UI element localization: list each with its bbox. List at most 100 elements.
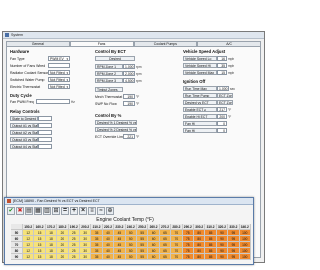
axis-icon[interactable]: ⊞ xyxy=(52,207,60,215)
pwm-freq-input[interactable] xyxy=(36,99,70,104)
rpm-zone2-button[interactable]: RPM Zone 2 xyxy=(95,71,123,76)
table-toolbar: ✔ ✖ ▤ ▦ ▥ ⊞ = + × ≡ ≈ ⊕ xyxy=(7,206,251,216)
table-cell[interactable]: 80 xyxy=(194,254,206,260)
table-cell[interactable]: 55 xyxy=(137,254,149,260)
run-time-max-button[interactable]: Run Time Max xyxy=(183,86,217,91)
rpm-zone1-unit: rpm xyxy=(136,64,142,69)
mech-thermostat-unit: °F xyxy=(136,94,140,99)
row-header: 90 xyxy=(11,254,23,260)
enable-ect-input[interactable]: 217 xyxy=(217,107,227,112)
vss-hi-input[interactable]: 35 xyxy=(217,63,227,68)
table-window-titlebar: [ECM] 18890 - Fan Desired % vs ECT vs De… xyxy=(5,198,253,205)
table-cell[interactable]: 20 xyxy=(57,254,69,260)
desired-pct2-button[interactable]: Desired % 2 Desired % vs ECT xyxy=(95,127,137,132)
fan-hi-button-1[interactable]: Fan Hi xyxy=(183,121,217,126)
relay-output4-button[interactable]: Output #4 vs State xyxy=(10,144,38,149)
plus-icon[interactable]: + xyxy=(70,207,78,215)
table-cell[interactable]: 30 xyxy=(80,254,92,260)
desired-vs-ect-zone-button[interactable]: ECT Zone xyxy=(217,100,233,105)
water-pump-select[interactable]: Not Fitted xyxy=(48,77,70,82)
table-window-title: [ECM] 18890 - Fan Desired % vs ECT vs De… xyxy=(13,199,100,203)
fan-hi-button-2[interactable]: Fan Hi xyxy=(183,128,217,133)
relay-output4-input[interactable] xyxy=(38,144,52,149)
desired-button[interactable]: Desired xyxy=(95,56,135,61)
num-fans-input[interactable] xyxy=(48,63,70,68)
accept-icon[interactable]: ✔ xyxy=(7,207,15,215)
fan-hi-input-1[interactable]: 0 xyxy=(217,121,227,126)
relay-output2-button[interactable]: Output #2 vs State xyxy=(10,130,38,135)
relay-title: Relay Controls xyxy=(10,109,40,114)
table-cell[interactable]: 35 xyxy=(91,254,103,260)
table-cell[interactable]: 25 xyxy=(68,254,80,260)
chart-icon[interactable]: ▥ xyxy=(43,207,51,215)
table-cell[interactable]: 95 xyxy=(228,254,240,260)
table-axis-header: Engine Coolant Temp (°F) xyxy=(96,217,154,223)
thermostat-select[interactable]: Not Fitted xyxy=(48,84,70,89)
zoom-icon[interactable]: ⊕ xyxy=(106,207,114,215)
relay-state-button[interactable]: State to Desired % xyxy=(10,116,38,121)
table-cell[interactable]: 85 xyxy=(205,254,217,260)
enable-hi-ect-unit: °F xyxy=(228,114,232,119)
run-time-max-input[interactable]: 1,000 xyxy=(217,86,229,91)
fan-type-select[interactable]: PWM EV xyxy=(48,56,70,61)
enable-hi-ect-input[interactable]: 200 xyxy=(217,114,227,119)
control-ect-title: Control By ECT xyxy=(95,49,126,54)
rpm-zone1-button[interactable]: RPM Zone 1 xyxy=(95,64,123,69)
ect-override-unit: °F xyxy=(136,134,140,139)
table-cell[interactable]: 40 xyxy=(102,254,115,260)
relay-output3-input[interactable] xyxy=(38,137,52,142)
table-cell[interactable]: 50 xyxy=(125,254,137,260)
table-cell[interactable]: 100 xyxy=(239,254,251,260)
relay-output3-button[interactable]: Output #3 vs State xyxy=(10,137,38,142)
multiply-icon[interactable]: × xyxy=(79,207,87,215)
table-cell[interactable]: 15 xyxy=(34,254,46,260)
run-time-max-unit: sec xyxy=(230,86,235,91)
table-cell[interactable]: 90 xyxy=(216,254,229,260)
table-cell[interactable]: 45 xyxy=(114,254,126,260)
vss-max-button[interactable]: Vehicle Speed Max xyxy=(183,70,217,75)
vss-hi-button[interactable]: Vehicle Speed Hi xyxy=(183,63,217,68)
fan-hi-input-2[interactable]: 0 xyxy=(217,128,227,133)
run-time-pump-zone-button[interactable]: ECT Zone xyxy=(217,93,233,98)
relay-output1-button[interactable]: Output #1 vs State xyxy=(10,123,38,128)
interpolate-icon[interactable]: ≡ xyxy=(88,207,96,215)
run-time-pump-button[interactable]: Run Time Pump xyxy=(183,93,217,98)
rpm-zone3-button[interactable]: RPM Zone 3 xyxy=(95,78,123,83)
ect-override-input[interactable]: 221 xyxy=(123,134,135,139)
table-cell[interactable]: 65 xyxy=(159,254,172,260)
window-title: System xyxy=(11,33,23,37)
equals-icon[interactable]: = xyxy=(61,207,69,215)
rpm-zone2-input[interactable]: 2,000 xyxy=(123,71,135,76)
pwm-freq-unit: Hz xyxy=(71,99,75,104)
table-cell[interactable]: 70 xyxy=(171,254,183,260)
hw-label-4: Electric Thermostat xyxy=(10,84,41,89)
enable-ect-button[interactable]: Enable ECT ≥ xyxy=(183,107,217,112)
smooth-icon[interactable]: ≈ xyxy=(97,207,105,215)
relay-output1-input[interactable] xyxy=(38,123,52,128)
timbut-zones-button[interactable]: Timbut Zones xyxy=(95,87,123,92)
cancel-icon[interactable]: ✖ xyxy=(16,207,24,215)
table-cell[interactable]: 75 xyxy=(182,254,194,260)
vss-lo-input[interactable]: 16 xyxy=(217,56,227,61)
hardware-title: Hardware xyxy=(10,49,30,54)
vss-max-input[interactable]: 15 xyxy=(217,70,227,75)
desired-vs-ect-button[interactable]: Desired vs ECT xyxy=(183,100,217,105)
vss-lo-button[interactable]: Vehicle Speed Lo xyxy=(183,56,217,61)
table-cell[interactable]: 12 xyxy=(23,254,35,260)
table-cell[interactable]: 18 xyxy=(45,254,58,260)
swp-noflow-input[interactable]: 190 xyxy=(123,101,135,106)
desired-pct1-button[interactable]: Desired % 1 Desired % vs AC xyxy=(95,120,137,125)
enable-hi-ect-button[interactable]: Enable Hi ECT xyxy=(183,114,217,119)
relay-output2-input[interactable] xyxy=(38,130,52,135)
mech-thermostat-input[interactable]: 190 xyxy=(123,94,135,99)
graph-icon[interactable]: ▤ xyxy=(25,207,33,215)
radiator-sensor-select[interactable]: Not Fitted xyxy=(48,70,70,75)
relay-state-input[interactable] xyxy=(38,116,52,121)
rpm-zone1-input[interactable]: 1,000 xyxy=(123,64,135,69)
ect-override-label: ECT Override Limit xyxy=(95,134,125,139)
rpm-zone3-input[interactable]: 4,500 xyxy=(123,78,135,83)
table-cell[interactable]: 60 xyxy=(148,254,160,260)
rpm-zone3-unit: rpm xyxy=(136,78,142,83)
grid-icon[interactable]: ▦ xyxy=(34,207,42,215)
hw-label-2: Radiator Coolant Sensor xyxy=(10,70,49,75)
